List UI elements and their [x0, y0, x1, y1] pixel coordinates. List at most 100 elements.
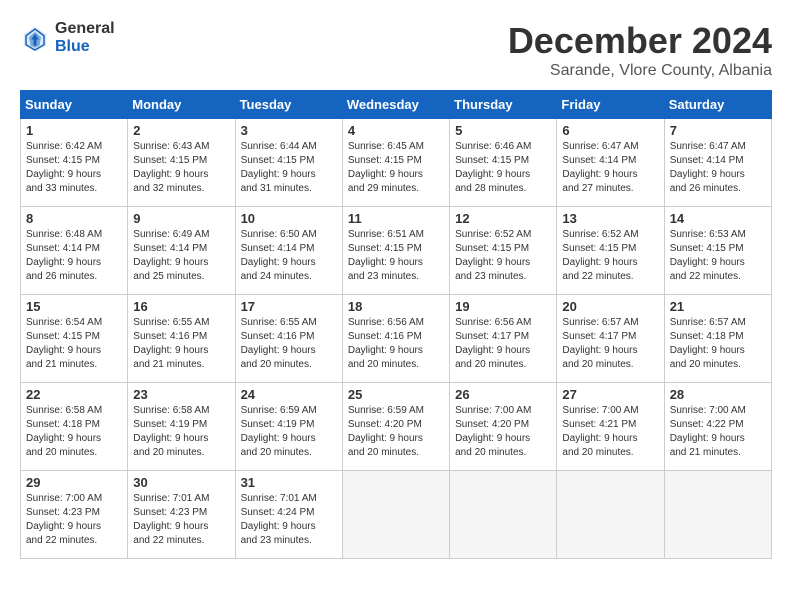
week-row-1: 1 Sunrise: 6:42 AMSunset: 4:15 PMDaylight… [21, 119, 772, 207]
calendar-cell: 7 Sunrise: 6:47 AMSunset: 4:14 PMDaylight… [664, 119, 771, 207]
day-info: Sunrise: 6:56 AMSunset: 4:16 PMDaylight:… [348, 316, 444, 372]
calendar-table: SundayMondayTuesdayWednesdayThursdayFrid… [20, 90, 772, 559]
calendar-cell [557, 471, 664, 559]
calendar-cell: 12 Sunrise: 6:52 AMSunset: 4:15 PMDayligh… [450, 207, 557, 295]
week-row-2: 8 Sunrise: 6:48 AMSunset: 4:14 PMDaylight… [21, 207, 772, 295]
day-number: 2 [133, 123, 229, 138]
weekday-header-wednesday: Wednesday [342, 91, 449, 119]
calendar-cell: 11 Sunrise: 6:51 AMSunset: 4:15 PMDayligh… [342, 207, 449, 295]
day-info: Sunrise: 6:54 AMSunset: 4:15 PMDaylight:… [26, 316, 122, 372]
day-number: 3 [241, 123, 337, 138]
day-info: Sunrise: 6:43 AMSunset: 4:15 PMDaylight:… [133, 140, 229, 196]
calendar-cell: 16Sunrise: 6:55 AMSunset: 4:16 PMDayligh… [128, 295, 235, 383]
week-row-5: 29 Sunrise: 7:00 AMSunset: 4:23 PMDayligh… [21, 471, 772, 559]
day-info: Sunrise: 6:55 AMSunset: 4:16 PMDaylight:… [133, 316, 229, 372]
day-number: 24 [241, 387, 337, 402]
title-block: December 2024 Sarande, Vlore County, Alb… [508, 20, 772, 80]
day-number: 10 [241, 211, 337, 226]
day-number: 25 [348, 387, 444, 402]
day-number: 19 [455, 299, 551, 314]
day-info: Sunrise: 6:57 AMSunset: 4:18 PMDaylight:… [670, 316, 766, 372]
day-number: 7 [670, 123, 766, 138]
weekday-header-thursday: Thursday [450, 91, 557, 119]
calendar-cell: 13 Sunrise: 6:52 AMSunset: 4:15 PMDayligh… [557, 207, 664, 295]
day-number: 13 [562, 211, 658, 226]
weekday-header-monday: Monday [128, 91, 235, 119]
day-info: Sunrise: 6:48 AMSunset: 4:14 PMDaylight:… [26, 228, 122, 284]
calendar-cell: 31 Sunrise: 7:01 AMSunset: 4:24 PMDayligh… [235, 471, 342, 559]
calendar-cell: 6Sunrise: 6:47 AMSunset: 4:14 PMDaylight… [557, 119, 664, 207]
day-info: Sunrise: 6:57 AMSunset: 4:17 PMDaylight:… [562, 316, 658, 372]
day-info: Sunrise: 6:59 AMSunset: 4:19 PMDaylight:… [241, 404, 337, 460]
day-info: Sunrise: 6:59 AMSunset: 4:20 PMDaylight:… [348, 404, 444, 460]
day-info: Sunrise: 6:49 AMSunset: 4:14 PMDaylight:… [133, 228, 229, 284]
day-number: 1 [26, 123, 122, 138]
calendar-cell: 24 Sunrise: 6:59 AMSunset: 4:19 PMDayligh… [235, 383, 342, 471]
day-info: Sunrise: 6:42 AMSunset: 4:15 PMDaylight:… [26, 140, 122, 196]
calendar-cell: 3 Sunrise: 6:44 AMSunset: 4:15 PMDaylight… [235, 119, 342, 207]
calendar-cell: 21 Sunrise: 6:57 AMSunset: 4:18 PMDayligh… [664, 295, 771, 383]
day-info: Sunrise: 7:00 AMSunset: 4:21 PMDaylight:… [562, 404, 658, 460]
day-number: 20 [562, 299, 658, 314]
week-row-3: 15 Sunrise: 6:54 AMSunset: 4:15 PMDayligh… [21, 295, 772, 383]
day-info: Sunrise: 6:55 AMSunset: 4:16 PMDaylight:… [241, 316, 337, 372]
day-info: Sunrise: 7:00 AMSunset: 4:22 PMDaylight:… [670, 404, 766, 460]
day-number: 31 [241, 475, 337, 490]
day-number: 12 [455, 211, 551, 226]
day-number: 8 [26, 211, 122, 226]
calendar-cell: 17 Sunrise: 6:55 AMSunset: 4:16 PMDayligh… [235, 295, 342, 383]
day-info: Sunrise: 7:00 AMSunset: 4:23 PMDaylight:… [26, 492, 122, 548]
day-number: 15 [26, 299, 122, 314]
calendar-cell: 20 Sunrise: 6:57 AMSunset: 4:17 PMDayligh… [557, 295, 664, 383]
day-number: 14 [670, 211, 766, 226]
day-number: 26 [455, 387, 551, 402]
day-info: Sunrise: 6:47 AMSunset: 4:14 PMDaylight:… [670, 140, 766, 196]
week-row-4: 22Sunrise: 6:58 AMSunset: 4:18 PMDayligh… [21, 383, 772, 471]
day-number: 17 [241, 299, 337, 314]
day-info: Sunrise: 6:45 AMSunset: 4:15 PMDaylight:… [348, 140, 444, 196]
calendar-cell: 27Sunrise: 7:00 AMSunset: 4:21 PMDayligh… [557, 383, 664, 471]
day-info: Sunrise: 7:00 AMSunset: 4:20 PMDaylight:… [455, 404, 551, 460]
day-info: Sunrise: 6:51 AMSunset: 4:15 PMDaylight:… [348, 228, 444, 284]
calendar-cell: 29 Sunrise: 7:00 AMSunset: 4:23 PMDayligh… [21, 471, 128, 559]
day-number: 22 [26, 387, 122, 402]
day-number: 30 [133, 475, 229, 490]
calendar-cell: 30 Sunrise: 7:01 AMSunset: 4:23 PMDayligh… [128, 471, 235, 559]
calendar-cell: 5Sunrise: 6:46 AMSunset: 4:15 PMDaylight… [450, 119, 557, 207]
weekday-header-friday: Friday [557, 91, 664, 119]
day-number: 9 [133, 211, 229, 226]
day-info: Sunrise: 7:01 AMSunset: 4:23 PMDaylight:… [133, 492, 229, 548]
day-info: Sunrise: 6:56 AMSunset: 4:17 PMDaylight:… [455, 316, 551, 372]
calendar-cell: 2 Sunrise: 6:43 AMSunset: 4:15 PMDaylight… [128, 119, 235, 207]
calendar-cell [450, 471, 557, 559]
weekday-header-row: SundayMondayTuesdayWednesdayThursdayFrid… [21, 91, 772, 119]
day-info: Sunrise: 6:47 AMSunset: 4:14 PMDaylight:… [562, 140, 658, 196]
logo-text: General Blue [55, 20, 115, 56]
page-header: General Blue December 2024 Sarande, Vlor… [20, 20, 772, 80]
day-number: 11 [348, 211, 444, 226]
day-info: Sunrise: 6:58 AMSunset: 4:19 PMDaylight:… [133, 404, 229, 460]
day-info: Sunrise: 6:53 AMSunset: 4:15 PMDaylight:… [670, 228, 766, 284]
calendar-cell [342, 471, 449, 559]
day-info: Sunrise: 6:52 AMSunset: 4:15 PMDaylight:… [455, 228, 551, 284]
day-number: 23 [133, 387, 229, 402]
calendar-cell: 22Sunrise: 6:58 AMSunset: 4:18 PMDayligh… [21, 383, 128, 471]
calendar-cell: 9 Sunrise: 6:49 AMSunset: 4:14 PMDaylight… [128, 207, 235, 295]
day-number: 29 [26, 475, 122, 490]
calendar-cell: 10Sunrise: 6:50 AMSunset: 4:14 PMDayligh… [235, 207, 342, 295]
subtitle: Sarande, Vlore County, Albania [508, 62, 772, 80]
weekday-header-sunday: Sunday [21, 91, 128, 119]
weekday-header-tuesday: Tuesday [235, 91, 342, 119]
calendar-cell: 23 Sunrise: 6:58 AMSunset: 4:19 PMDayligh… [128, 383, 235, 471]
calendar-cell: 26 Sunrise: 7:00 AMSunset: 4:20 PMDayligh… [450, 383, 557, 471]
day-number: 4 [348, 123, 444, 138]
day-number: 5 [455, 123, 551, 138]
calendar-cell: 15 Sunrise: 6:54 AMSunset: 4:15 PMDayligh… [21, 295, 128, 383]
day-info: Sunrise: 6:52 AMSunset: 4:15 PMDaylight:… [562, 228, 658, 284]
day-info: Sunrise: 6:44 AMSunset: 4:15 PMDaylight:… [241, 140, 337, 196]
day-number: 21 [670, 299, 766, 314]
day-number: 18 [348, 299, 444, 314]
day-info: Sunrise: 7:01 AMSunset: 4:24 PMDaylight:… [241, 492, 337, 548]
calendar-cell: 14 Sunrise: 6:53 AMSunset: 4:15 PMDayligh… [664, 207, 771, 295]
calendar-cell: 8 Sunrise: 6:48 AMSunset: 4:14 PMDaylight… [21, 207, 128, 295]
